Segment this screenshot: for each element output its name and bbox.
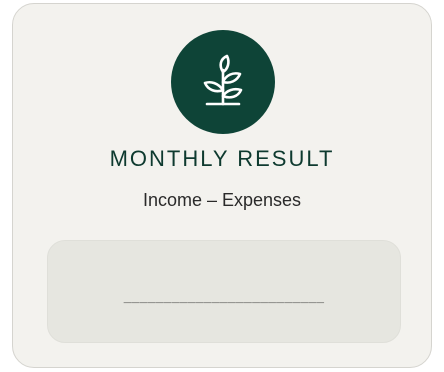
card-subtitle: Income – Expenses <box>142 190 302 210</box>
result-input-box[interactable]: _________________________ <box>47 240 401 343</box>
sprout-icon <box>203 54 243 106</box>
monthly-result-card: MONTHLY RESULT Income – Expenses _______… <box>12 3 432 368</box>
card-title: MONTHLY RESULT <box>109 146 335 171</box>
result-blank-line: _________________________ <box>123 289 325 304</box>
logo-badge <box>171 30 275 134</box>
